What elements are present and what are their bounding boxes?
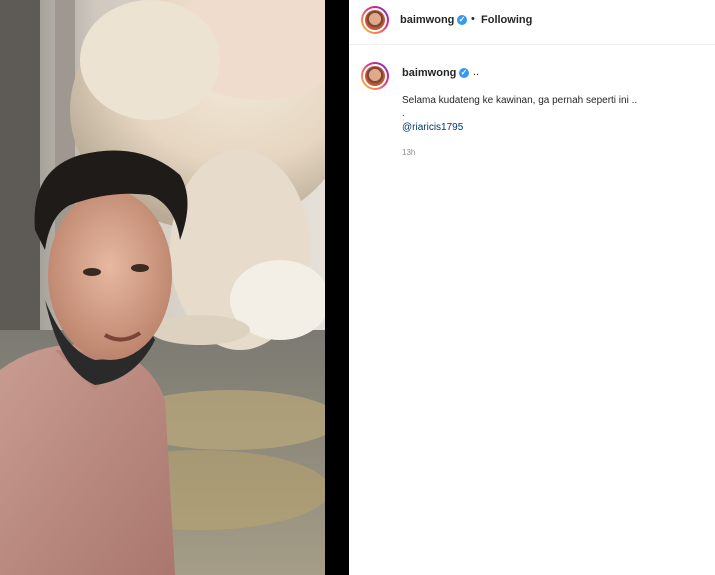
post-photo-image [0,0,325,575]
comment-verified-badge-icon: ✓ [459,68,469,78]
comment-suffix: .. [473,66,480,78]
caption-extra: . [402,108,405,118]
post-details-panel: baimwong ✓ • Following baimwong ✓ .. Sel… [349,0,715,575]
post-caption: Selama kudateng ke kawinan, ga pernah se… [402,95,638,106]
author-avatar[interactable] [361,6,389,34]
following-button[interactable]: Following [481,14,532,26]
post-photo[interactable] [0,0,325,575]
media-panel-divider [325,0,349,575]
mention-link[interactable]: @riaricis1795 [402,122,463,133]
verified-badge-icon: ✓ [457,15,467,25]
author-username[interactable]: baimwong [400,14,454,26]
comment-username[interactable]: baimwong [402,67,456,79]
comment-avatar[interactable] [361,62,389,90]
post-header: baimwong ✓ • Following [349,0,715,45]
header-separator: • [471,13,475,25]
post-timestamp[interactable]: 13h [402,148,415,157]
